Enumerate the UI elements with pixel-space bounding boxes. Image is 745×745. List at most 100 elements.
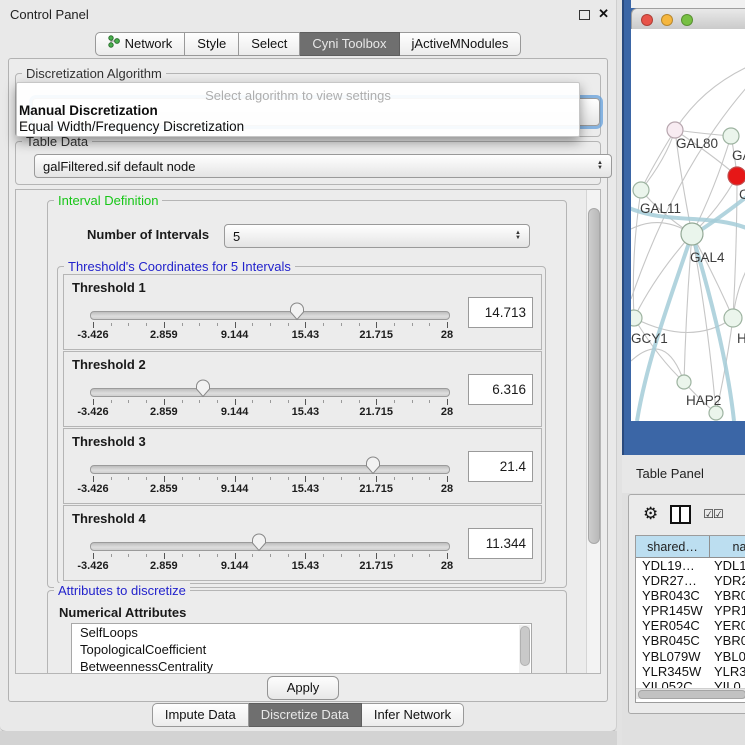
slider-tick bbox=[128, 554, 129, 557]
tab-discretize-data[interactable]: Discretize Data bbox=[249, 703, 362, 727]
attribute-item[interactable]: BetweennessCentrality bbox=[72, 658, 531, 674]
settings-scrollbar[interactable] bbox=[586, 190, 600, 673]
threshold-2-value[interactable]: 6.316 bbox=[468, 374, 533, 405]
tab-select[interactable]: Select bbox=[239, 32, 300, 56]
algorithm-option-manual[interactable]: Manual Discretization bbox=[19, 103, 158, 118]
network-node-GAL4[interactable] bbox=[681, 223, 703, 245]
columns-icon[interactable] bbox=[670, 505, 691, 524]
attributes-scrollbar[interactable] bbox=[519, 625, 530, 674]
slider-scale-label: 2.859 bbox=[150, 329, 178, 341]
network-node-edge-node[interactable] bbox=[709, 406, 723, 420]
column-header[interactable]: na bbox=[710, 536, 745, 558]
network-node-red-node[interactable] bbox=[728, 167, 745, 185]
tab-style[interactable]: Style bbox=[185, 32, 239, 56]
checkbox-icon[interactable]: ☑☑ bbox=[703, 507, 723, 521]
table-cell: YBL079W bbox=[636, 649, 710, 664]
slider-scale-label: -3.426 bbox=[77, 329, 108, 341]
slider-tick bbox=[111, 477, 112, 480]
slider-tick bbox=[412, 477, 413, 480]
table-row[interactable]: YBR043CYBR0 bbox=[636, 588, 745, 603]
slider-thumb[interactable] bbox=[252, 533, 267, 555]
slider-tick bbox=[288, 477, 289, 480]
table-row[interactable]: YBL079WYBL0 bbox=[636, 649, 745, 664]
table-data-combo[interactable]: galFiltered.sif default node ▲▼ bbox=[34, 154, 612, 178]
interval-definition-group: Interval Definition Number of Intervals … bbox=[47, 200, 567, 588]
table-cell: YBR0 bbox=[710, 588, 745, 603]
network-edge[interactable] bbox=[675, 67, 745, 130]
slider-tick bbox=[376, 399, 377, 405]
close-icon[interactable]: ✕ bbox=[598, 6, 609, 22]
threshold-2-slider[interactable]: -3.4262.8599.14415.4321.71528 bbox=[93, 378, 447, 424]
tab-label: Style bbox=[197, 33, 226, 55]
tab-impute-data[interactable]: Impute Data bbox=[152, 703, 249, 727]
slider-tick bbox=[270, 477, 271, 480]
network-node-GCY1[interactable] bbox=[631, 310, 642, 326]
scrollbar-thumb[interactable] bbox=[520, 626, 530, 666]
table-cell: YDR2 bbox=[710, 573, 745, 588]
threshold-label: Threshold 4 bbox=[72, 511, 146, 526]
threshold-3-slider[interactable]: -3.4262.8599.14415.4321.71528 bbox=[93, 455, 447, 501]
slider-track[interactable] bbox=[90, 465, 450, 474]
slider-tick bbox=[341, 400, 342, 403]
slider-scale-label: 28 bbox=[441, 329, 453, 341]
num-intervals-combo[interactable]: 5 ▲▼ bbox=[224, 224, 530, 248]
table-row[interactable]: YLR345WYLR3 bbox=[636, 664, 745, 679]
table-hscrollbar[interactable] bbox=[636, 688, 745, 699]
threshold-4-slider[interactable]: -3.4262.8599.14415.4321.71528 bbox=[93, 532, 447, 578]
slider-tick bbox=[235, 553, 236, 559]
slider-scale-label: 9.144 bbox=[221, 406, 249, 418]
slider-tick bbox=[111, 554, 112, 557]
threshold-1-value[interactable]: 14.713 bbox=[468, 297, 533, 328]
table-row[interactable]: YDL19…YDL1 bbox=[636, 558, 745, 573]
slider-track[interactable] bbox=[90, 311, 450, 320]
float-window-icon[interactable] bbox=[579, 10, 590, 20]
close-traffic-light[interactable] bbox=[641, 14, 653, 26]
attribute-item[interactable]: TopologicalCoefficient bbox=[72, 641, 531, 658]
network-node-GAL11[interactable] bbox=[633, 182, 649, 198]
network-edge[interactable] bbox=[631, 349, 684, 382]
network-canvas[interactable]: GAL80GACGAL11GAL4GCY1HHAP2 bbox=[631, 29, 745, 421]
slider-tick bbox=[270, 323, 271, 326]
slider-thumb[interactable] bbox=[290, 302, 305, 324]
threshold-4-value[interactable]: 11.344 bbox=[468, 528, 533, 559]
threshold-1-slider[interactable]: -3.4262.8599.14415.4321.71528 bbox=[93, 301, 447, 347]
scrollbar-thumb[interactable] bbox=[588, 208, 600, 544]
network-edge[interactable] bbox=[634, 234, 692, 318]
table-row[interactable]: YER054CYER0 bbox=[636, 618, 745, 633]
minimize-traffic-light[interactable] bbox=[661, 14, 673, 26]
network-node-HAP2[interactable] bbox=[677, 375, 691, 389]
slider-tick bbox=[323, 477, 324, 480]
network-node-H[interactable] bbox=[724, 309, 742, 327]
network-node-GA[interactable] bbox=[723, 128, 739, 144]
slider-thumb[interactable] bbox=[365, 456, 380, 478]
slider-thumb[interactable] bbox=[195, 379, 210, 401]
network-edge[interactable] bbox=[641, 130, 675, 190]
control-panel-window: Control Panel ✕ Network Style Select Cyn… bbox=[0, 0, 617, 732]
table-cell: YPR1 bbox=[710, 603, 745, 618]
table-row[interactable]: YDR27…YDR2 bbox=[636, 573, 745, 588]
slider-tick bbox=[217, 554, 218, 557]
table-row[interactable]: YPR145WYPR1 bbox=[636, 603, 745, 618]
tab-cyni-toolbox[interactable]: Cyni Toolbox bbox=[300, 32, 399, 56]
threshold-3-value[interactable]: 21.4 bbox=[468, 451, 533, 482]
slider-tick bbox=[199, 477, 200, 480]
slider-track[interactable] bbox=[90, 388, 450, 397]
slider-track[interactable] bbox=[90, 542, 450, 551]
threshold-1-box: Threshold 1 -3.4262.8599.14415.4321.7152… bbox=[63, 274, 542, 350]
apply-button[interactable]: Apply bbox=[267, 676, 339, 700]
table-row[interactable]: YBR045CYBR0 bbox=[636, 633, 745, 648]
algorithm-option-equal-width[interactable]: Equal Width/Frequency Discretization bbox=[19, 119, 244, 134]
attribute-item[interactable]: SelfLoops bbox=[72, 624, 531, 641]
tab-jactivemnodules[interactable]: jActiveMNodules bbox=[400, 32, 522, 56]
tab-network[interactable]: Network bbox=[95, 32, 186, 56]
network-window-top bbox=[631, 0, 745, 8]
slider-tick bbox=[412, 400, 413, 403]
tab-infer-network[interactable]: Infer Network bbox=[362, 703, 464, 727]
numerical-attributes-list[interactable]: SelfLoopsTopologicalCoefficientBetweenne… bbox=[71, 623, 532, 674]
scrollbar-thumb[interactable] bbox=[638, 690, 745, 699]
column-header[interactable]: shared… bbox=[636, 536, 710, 558]
gear-icon[interactable]: ⚙ bbox=[643, 505, 658, 523]
slider-tick bbox=[394, 477, 395, 480]
zoom-traffic-light[interactable] bbox=[681, 14, 693, 26]
slider-tick bbox=[164, 553, 165, 559]
